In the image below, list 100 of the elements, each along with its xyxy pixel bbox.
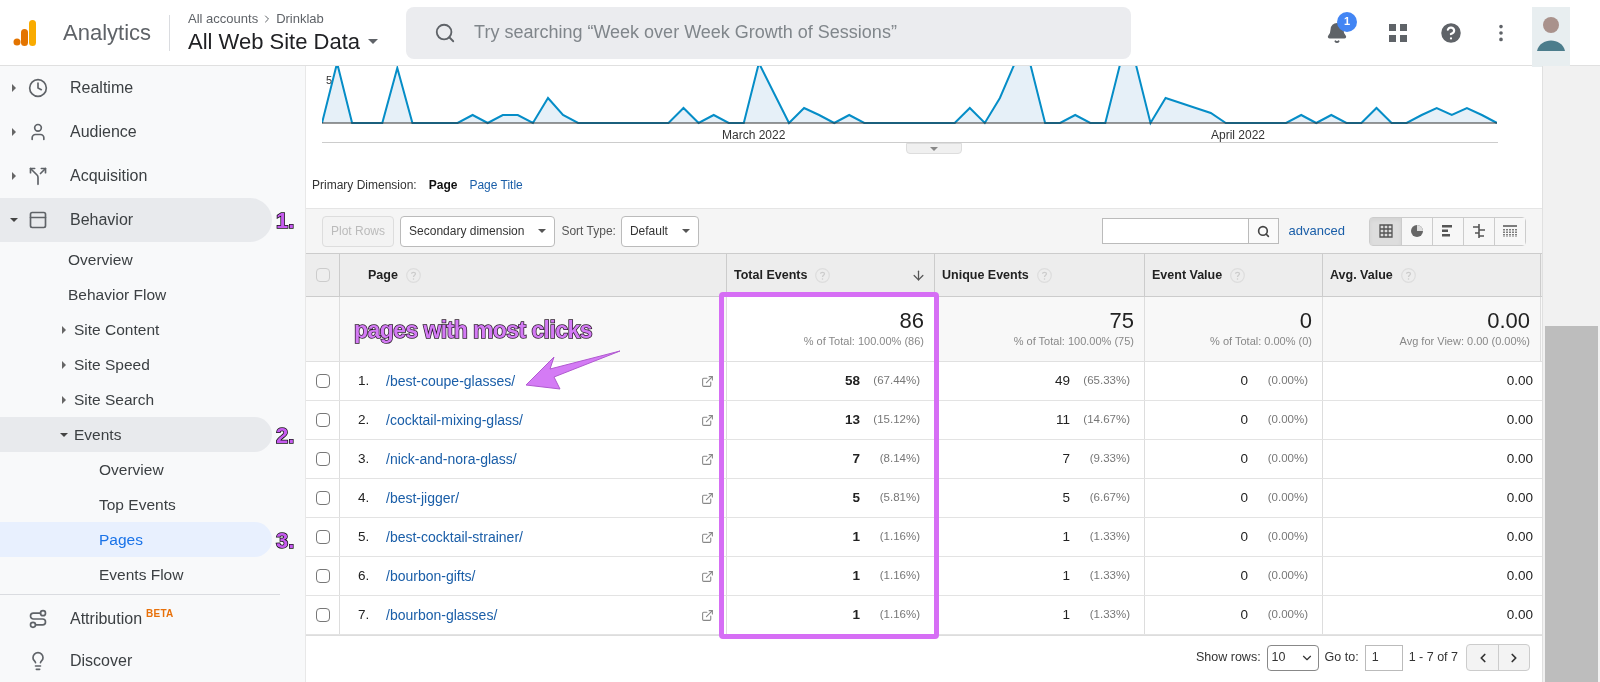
page-link[interactable]: /nick-and-nora-glass/ [386,448,517,470]
table-cell-text: (14.67%) [1082,412,1130,428]
row-number: 4. [358,488,371,507]
sidebar-item[interactable]: Site Content [0,312,272,347]
sidebar-item[interactable]: Behavior Flow [0,277,272,312]
page-link[interactable]: /best-cocktail-strainer/ [386,526,523,548]
comparison-icon [1472,224,1486,238]
row-checkbox[interactable] [315,608,330,622]
open-page-icon[interactable] [701,530,714,544]
step-number: 2. [276,421,295,449]
sidebar-item[interactable]: Discover [0,641,272,681]
table-cell-text: (0.00%) [1266,412,1308,428]
sidebar-item[interactable]: Audience [0,110,272,154]
fork-icon [28,166,48,186]
row-checkbox[interactable] [315,569,330,583]
table-cell-text: (0.00%) [1266,490,1308,506]
open-page-icon[interactable] [701,413,714,427]
page-range: 1 - 7 of 7 [1408,649,1458,667]
advanced-link[interactable]: advanced [1288,221,1345,241]
sidebar-item[interactable]: Overview [0,242,272,277]
sidebar-item[interactable]: Attribution BETA [0,597,272,641]
sidebar-item[interactable]: Events Flow [0,557,272,592]
total-value: 0 [1299,308,1312,333]
page-link[interactable]: /bourbon-gifts/ [386,565,476,587]
sidebar-item[interactable]: Site Search [0,382,272,417]
dimension-option[interactable]: Page Title [469,175,523,194]
scrollbar[interactable] [1542,66,1600,682]
column-header[interactable]: Total Events [727,254,935,296]
show-rows-dropdown[interactable]: 10 [1266,644,1319,671]
table-cell-text: (5.81%) [878,490,920,506]
row-checkbox[interactable] [315,530,330,544]
table-cell-text: (1.16%) [878,568,920,584]
table-cell-text: 49 [1054,371,1070,390]
sidebar-item[interactable]: Site Speed [0,347,272,382]
avatar-icon[interactable] [1532,6,1570,67]
table-cell-text: 11 [1056,410,1070,429]
secondary-dimension-dropdown[interactable]: Secondary dimension [400,215,556,247]
open-page-icon[interactable] [701,569,714,583]
column-header[interactable]: Page [340,254,727,296]
route-icon [28,609,48,629]
pie-chart-icon [1410,224,1424,238]
callout-text: pages with most clicks [354,316,592,345]
breadcrumb-link[interactable]: Drinklab [276,8,324,29]
row-checkbox[interactable] [315,452,330,466]
table-cell-text: (1.33%) [1088,529,1130,545]
open-page-icon[interactable] [701,608,714,622]
table-cell-text: (0.00%) [1266,607,1308,623]
table-cell-text: 1 [1062,527,1070,546]
column-header[interactable]: Avg. Value [1323,254,1541,296]
view-toggle-button[interactable] [1494,217,1525,245]
row-checkbox[interactable] [315,374,330,388]
caret-down-icon [60,430,68,439]
apps-grid-icon[interactable] [1388,22,1408,43]
dimension-option[interactable]: Page [428,175,458,194]
table-cell-text: (6.67%) [1088,490,1130,506]
table-cell-text: 7 [852,449,860,468]
x-axis-label: April 2022 [1211,127,1266,144]
sidebar-item[interactable]: Behavior [0,198,272,242]
table-cell-text: 0 [1240,371,1248,390]
table-cell-text: (1.16%) [878,529,920,545]
sort-type-dropdown[interactable]: Default [620,215,699,247]
x-axis-label: March 2022 [722,127,786,144]
sidebar-item[interactable]: Acquisition [0,154,272,198]
total-detail: % of Total: 100.00% (86) [803,333,924,349]
table-cell-text: 0.00 [1506,605,1533,624]
column-header[interactable]: Event Value [1145,254,1323,296]
property-selector[interactable]: All Web Site Data [188,28,379,57]
page-link[interactable]: /best-jigger/ [386,487,460,509]
page-link[interactable]: /bourbon-glasses/ [386,604,498,626]
view-toggle-button[interactable] [1370,217,1401,245]
table-view-icon [1378,224,1393,238]
table-cell-text: (1.33%) [1088,607,1130,623]
breadcrumb-link[interactable]: All accounts [188,8,259,29]
sidebar-item[interactable]: Top Events [0,487,272,522]
page-link[interactable]: /cocktail-mixing-glass/ [386,409,523,431]
person-icon [28,122,48,142]
open-page-icon[interactable] [701,374,714,388]
row-checkbox[interactable] [315,491,330,505]
row-checkbox[interactable] [315,413,330,427]
sidebar-item[interactable]: Events [0,417,272,452]
sidebar-item[interactable]: Pages [0,522,272,557]
open-page-icon[interactable] [701,491,714,505]
table-cell-text: 0.00 [1506,410,1533,429]
open-page-icon[interactable] [701,452,714,466]
sidebar-item[interactable]: Realtime [0,66,272,110]
table-cell-text: 0.00 [1506,449,1533,468]
table-cell-text: 0 [1240,566,1248,585]
table-cell-text: (1.16%) [878,607,920,623]
table-cell-text: 5 [1062,488,1070,507]
pivot-view-icon [1502,224,1518,238]
table-cell-text: 7 [1062,449,1070,468]
column-header[interactable]: Unique Events [935,254,1145,296]
table-filter-field[interactable] [1101,218,1249,244]
go-to-field[interactable]: 1 [1364,644,1403,671]
row-number: 6. [358,566,371,585]
select-all-checkbox[interactable] [315,268,330,282]
table-cell-text: (0.00%) [1266,568,1308,584]
sidebar-item[interactable]: Overview [0,452,272,487]
search-button[interactable] [1248,218,1279,244]
page-link[interactable]: /best-coupe-glasses/ [386,370,516,392]
